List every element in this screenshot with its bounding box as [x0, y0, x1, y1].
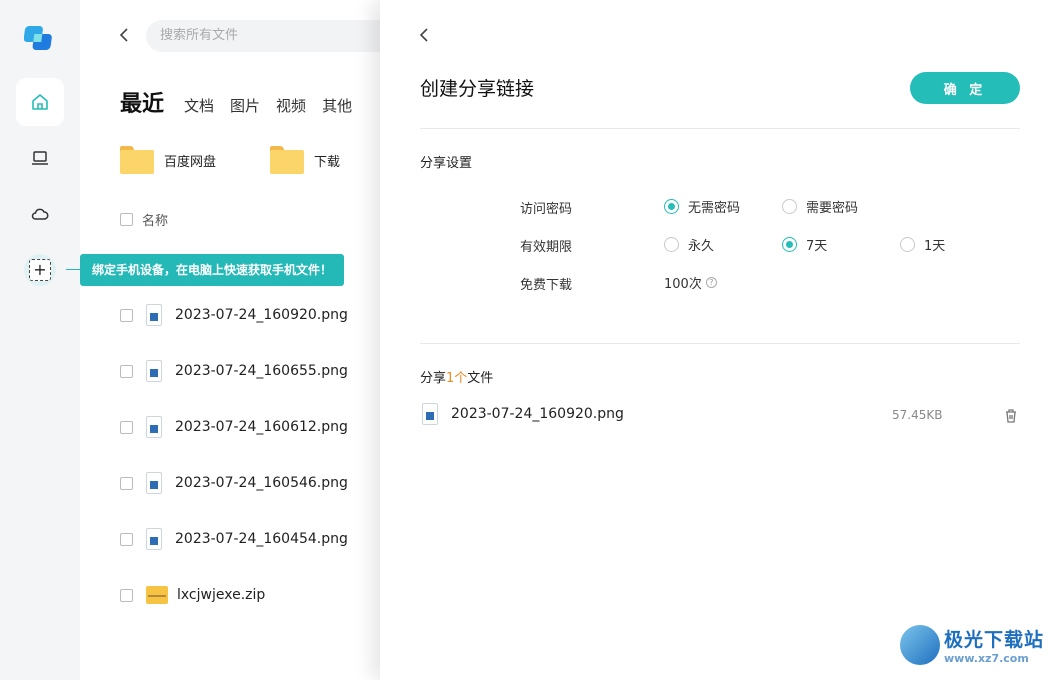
plus-icon: + [29, 259, 51, 281]
watermark: 极光下载站 www.xz7.com [900, 625, 1044, 665]
search-input[interactable]: 搜索所有文件 [146, 20, 380, 52]
radio-unselected-icon [664, 237, 679, 252]
list-header: 名称 [120, 210, 168, 229]
radio-selected-icon [664, 199, 679, 214]
tab-recent[interactable]: 最近 [120, 86, 164, 118]
nav-computer-button[interactable] [16, 134, 64, 182]
radio-label: 7天 [806, 239, 828, 254]
image-file-icon [146, 416, 162, 438]
file-name: 2023-07-24_160546.png [175, 475, 348, 491]
radio-need-password[interactable]: 需要密码 [782, 197, 858, 216]
share-prefix: 分享 [420, 371, 447, 386]
divider [420, 343, 1020, 344]
image-file-icon [146, 304, 162, 326]
radio-validity-1day[interactable]: 1天 [900, 235, 945, 254]
image-file-icon [146, 360, 162, 382]
row-checkbox[interactable] [120, 588, 133, 602]
app-logo-icon [24, 26, 52, 50]
radio-validity-7days[interactable]: 7天 [782, 235, 827, 254]
radio-unselected-icon [900, 237, 915, 252]
radio-label: 永久 [688, 239, 715, 254]
zip-file-icon [146, 586, 168, 604]
file-size: 57.45KB [892, 408, 943, 422]
column-name-label: 名称 [142, 214, 169, 229]
password-label: 访问密码 [520, 202, 573, 217]
file-name: 2023-07-24_160920.png [175, 307, 348, 323]
download-value: 100次 [664, 277, 702, 292]
image-file-icon [422, 403, 438, 425]
back-arrow-icon[interactable] [416, 26, 434, 44]
confirm-button[interactable]: 确 定 [910, 72, 1020, 104]
laptop-icon [32, 151, 48, 165]
tab-docs[interactable]: 文档 [184, 95, 214, 116]
category-tabs: 最近 文档 图片 视频 其他 [120, 86, 368, 118]
file-name: 2023-07-24_160655.png [175, 363, 348, 379]
folder-icon [270, 146, 304, 174]
share-files-title: 分享1个文件 [420, 367, 493, 386]
tab-videos[interactable]: 视频 [276, 95, 306, 116]
radio-validity-forever[interactable]: 永久 [664, 235, 714, 254]
file-name: lxcjwjexe.zip [177, 587, 266, 603]
add-device-button[interactable]: + [24, 254, 56, 286]
trash-icon[interactable] [1004, 408, 1018, 424]
folder-name: 百度网盘 [164, 154, 217, 170]
tab-images[interactable]: 图片 [230, 95, 260, 116]
folder-item[interactable]: 百度网盘 [120, 146, 216, 174]
radio-selected-icon [782, 237, 797, 252]
folder-item[interactable]: 下载 [270, 146, 340, 174]
image-file-icon [146, 528, 162, 550]
shared-file-item: 2023-07-24_160920.png [422, 403, 624, 425]
cloud-icon [31, 208, 49, 220]
row-checkbox[interactable] [120, 420, 133, 434]
list-item[interactable]: 2023-07-24_160612.png [120, 415, 348, 439]
bind-device-tooltip: 绑定手机设备，在电脑上快速获取手机文件！ [65, 254, 345, 286]
validity-label: 有效期限 [520, 240, 573, 255]
download-count: 100次 ? [664, 273, 717, 292]
file-list-pane: 搜索所有文件 最近 文档 图片 视频 其他 百度网盘 下载 名称 2023-07… [80, 0, 380, 680]
radio-label: 1天 [924, 239, 946, 254]
page-title: 创建分享链接 [420, 78, 535, 100]
list-item[interactable]: 2023-07-24_160920.png [120, 303, 348, 327]
list-item[interactable]: 2023-07-24_160454.png [120, 527, 348, 551]
share-link-panel: 创建分享链接 确 定 分享设置 访问密码 无需密码 需要密码 有效期限 永久 7… [380, 0, 1060, 680]
radio-label: 需要密码 [806, 201, 859, 216]
help-icon[interactable]: ? [705, 277, 717, 288]
download-label: 免费下载 [520, 278, 573, 293]
left-rail: + [0, 0, 80, 680]
tab-other[interactable]: 其他 [322, 95, 352, 116]
image-file-icon [146, 472, 162, 494]
shared-file-name: 2023-07-24_160920.png [451, 406, 624, 422]
settings-section-title: 分享设置 [420, 156, 473, 171]
row-checkbox[interactable] [120, 532, 133, 546]
list-item[interactable]: 2023-07-24_160655.png [120, 359, 348, 383]
nav-cloud-button[interactable] [16, 190, 64, 238]
row-checkbox[interactable] [120, 308, 133, 322]
share-count: 1个 [446, 371, 468, 386]
file-name: 2023-07-24_160612.png [175, 419, 348, 435]
nav-home-button[interactable] [16, 78, 64, 126]
file-name: 2023-07-24_160454.png [175, 531, 348, 547]
watermark-url: www.xz7.com [944, 652, 1029, 665]
row-checkbox[interactable] [120, 364, 133, 378]
radio-unselected-icon [782, 199, 797, 214]
folder-name: 下载 [314, 154, 341, 170]
list-item[interactable]: 2023-07-24_160546.png [120, 471, 348, 495]
divider [420, 128, 1020, 129]
list-item[interactable]: lxcjwjexe.zip [120, 583, 265, 607]
watermark-logo-icon [900, 625, 940, 665]
home-icon [32, 94, 48, 110]
radio-no-password[interactable]: 无需密码 [664, 197, 740, 216]
radio-label: 无需密码 [688, 201, 741, 216]
watermark-name: 极光下载站 [944, 629, 1045, 651]
row-checkbox[interactable] [120, 476, 133, 490]
folder-icon [120, 146, 154, 174]
share-suffix: 文件 [467, 371, 494, 386]
select-all-checkbox[interactable] [120, 213, 133, 226]
back-arrow-icon[interactable] [116, 26, 134, 44]
